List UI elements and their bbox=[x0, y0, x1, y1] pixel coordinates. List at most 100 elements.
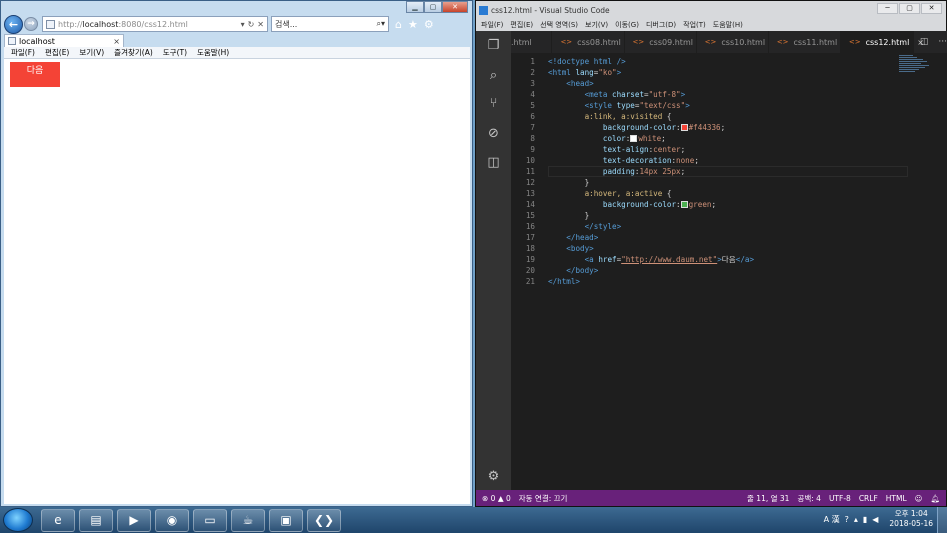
vs-menu-file[interactable]: 파일(F) bbox=[481, 20, 503, 30]
java-icon[interactable]: ☕︎ bbox=[231, 508, 265, 532]
vs-menu-go[interactable]: 이동(G) bbox=[615, 20, 639, 30]
vs-menu-debug[interactable]: 디버그(D) bbox=[646, 20, 676, 30]
vscode-taskbar-icon[interactable]: ❮❯ bbox=[307, 508, 341, 532]
address-bar[interactable]: http://localhost:8080/css12.html ▾ ↻ ✕ bbox=[42, 16, 268, 32]
tab-css09[interactable]: <> css09.html bbox=[625, 31, 697, 53]
close-icon[interactable]: ✕ bbox=[442, 1, 468, 13]
code-line: 4 <meta charset="utf-8"> bbox=[530, 90, 686, 99]
code-line: 14 background-color: green; bbox=[525, 200, 717, 209]
bell-icon[interactable]: 🔔︎ bbox=[930, 494, 940, 503]
code-line: 2 <html lang="ko"> bbox=[530, 68, 622, 77]
color-swatch-white[interactable] bbox=[630, 135, 638, 142]
vs-menu-edit[interactable]: 편집(E) bbox=[510, 20, 533, 30]
menu-edit[interactable]: 편집(E) bbox=[45, 47, 69, 58]
ie-tab-localhost[interactable]: localhost × bbox=[4, 34, 124, 47]
close-icon[interactable]: ✕ bbox=[921, 3, 942, 14]
taskbar: e ▤ ▶ ◉ ▭ ☕︎ ▣ ❮❯ A 漢 ? ▴ ▮ ◀ 오후 1:04 20… bbox=[0, 507, 947, 533]
search-icon[interactable]: ⌕ bbox=[485, 67, 502, 84]
forward-arrow-icon[interactable]: → bbox=[24, 17, 38, 31]
minimap[interactable] bbox=[899, 55, 933, 83]
app-icon[interactable]: ▣ bbox=[269, 508, 303, 532]
chrome-icon[interactable]: ◉ bbox=[155, 508, 189, 532]
tab-label: .html bbox=[511, 37, 532, 47]
vs-menu-selection[interactable]: 선택 영역(S) bbox=[540, 20, 578, 30]
code-editor[interactable]: 1 <!doctype html /> 2 <html lang="ko"> 3 <… bbox=[511, 53, 947, 490]
minimize-icon[interactable]: ▁ bbox=[406, 1, 424, 13]
color-swatch-red[interactable] bbox=[680, 124, 688, 131]
cursor-position[interactable]: 줄 11, 열 31 bbox=[747, 493, 789, 504]
tab-html[interactable]: .html bbox=[511, 31, 553, 53]
search-input[interactable]: 검색... bbox=[275, 19, 297, 30]
help-icon[interactable]: ? bbox=[845, 515, 849, 524]
search-icon[interactable]: ⌕▾ bbox=[377, 19, 386, 29]
problems-status[interactable]: ⊗ 0 ▲ 0 bbox=[482, 494, 511, 503]
debug-icon[interactable]: ⊘ bbox=[485, 125, 502, 142]
tab-css12[interactable]: <> css12.html × bbox=[840, 31, 924, 53]
encoding-status[interactable]: UTF-8 bbox=[829, 494, 851, 503]
html-file-icon: <> bbox=[776, 38, 789, 46]
tab-css10[interactable]: <> css10.html bbox=[697, 31, 769, 53]
media-player-icon[interactable]: ▶ bbox=[117, 508, 151, 532]
ime-indicator[interactable]: A 漢 bbox=[824, 514, 840, 525]
start-button[interactable] bbox=[3, 508, 33, 532]
vscode-title: css12.html - Visual Studio Code bbox=[491, 5, 610, 15]
language-mode[interactable]: HTML bbox=[886, 494, 907, 503]
gear-icon[interactable]: ⚙ bbox=[485, 468, 502, 485]
clock-date: 2018-05-16 bbox=[889, 519, 933, 528]
maximize-icon[interactable]: ▢ bbox=[424, 1, 442, 13]
network-icon[interactable]: ▮ bbox=[863, 515, 867, 524]
dropdown-icon[interactable]: ▾ bbox=[241, 20, 245, 29]
command-prompt-icon[interactable]: ▭ bbox=[193, 508, 227, 532]
code-line: 3 <head> bbox=[530, 79, 594, 88]
gear-icon[interactable]: ⚙ bbox=[424, 18, 434, 31]
tray-overflow-icon[interactable]: ▴ bbox=[854, 515, 858, 524]
menu-favorites[interactable]: 즐겨찾기(A) bbox=[114, 47, 153, 58]
source-control-icon[interactable]: ⑂ bbox=[485, 95, 502, 112]
html-file-icon: <> bbox=[632, 38, 645, 46]
internet-explorer-icon[interactable]: e bbox=[41, 508, 75, 532]
home-icon[interactable]: ⌂ bbox=[395, 18, 402, 31]
tab-label: css10.html bbox=[721, 37, 766, 47]
maximize-icon[interactable]: ▢ bbox=[899, 3, 920, 14]
menu-help[interactable]: 도움말(H) bbox=[197, 47, 229, 58]
extensions-icon[interactable]: ◫ bbox=[485, 154, 502, 171]
tab-css08[interactable]: <> css08.html bbox=[552, 31, 625, 53]
split-editor-icon[interactable]: ◫ bbox=[920, 37, 929, 47]
menu-view[interactable]: 보기(V) bbox=[79, 47, 104, 58]
more-actions-icon[interactable]: ··· bbox=[938, 37, 947, 47]
autosave-status[interactable]: 자동 연결: 끄기 bbox=[519, 493, 568, 504]
tab-close-icon[interactable]: × bbox=[113, 37, 120, 46]
volume-icon[interactable]: ◀ bbox=[872, 515, 878, 524]
vs-menu-tasks[interactable]: 작업(T) bbox=[683, 20, 706, 30]
clock-time: 오후 1:04 bbox=[894, 509, 928, 518]
refresh-icon[interactable]: ↻ bbox=[248, 20, 255, 29]
vs-menu-view[interactable]: 보기(V) bbox=[585, 20, 608, 30]
menu-tools[interactable]: 도구(T) bbox=[163, 47, 187, 58]
tab-css11[interactable]: <> css11.html bbox=[769, 31, 841, 53]
code-line: 20 </body> bbox=[525, 266, 599, 275]
menu-file[interactable]: 파일(F) bbox=[11, 47, 35, 58]
smiley-icon[interactable]: ☺ bbox=[915, 494, 923, 503]
file-explorer-icon[interactable]: ▤ bbox=[79, 508, 113, 532]
minimize-icon[interactable]: ─ bbox=[877, 3, 898, 14]
back-arrow-icon[interactable]: ← bbox=[4, 14, 23, 34]
color-swatch-green[interactable] bbox=[680, 201, 688, 208]
vs-menu-help[interactable]: 도움말(H) bbox=[713, 20, 743, 30]
eol-status[interactable]: CRLF bbox=[859, 494, 878, 503]
clock[interactable]: 오후 1:04 2018-05-16 bbox=[889, 509, 933, 529]
html-file-icon: <> bbox=[560, 38, 573, 46]
explorer-icon[interactable]: ❐ bbox=[485, 37, 502, 54]
vscode-window: css12.html - Visual Studio Code ─ ▢ ✕ 파일… bbox=[475, 0, 947, 507]
search-box[interactable]: 검색... ⌕▾ bbox=[271, 16, 389, 32]
vscode-logo-icon bbox=[479, 5, 488, 15]
show-desktop-button[interactable] bbox=[937, 507, 947, 533]
code-line: 19 <a href="http://www.daum.net">다음</a> bbox=[525, 255, 755, 264]
indentation-status[interactable]: 공백: 4 bbox=[797, 493, 820, 504]
daum-link[interactable]: 다음 bbox=[10, 62, 60, 87]
ie-window: ▁ ▢ ✕ ← → http://localhost:8080/css12.ht… bbox=[0, 0, 473, 507]
star-icon[interactable]: ★ bbox=[408, 18, 418, 31]
stop-icon[interactable]: ✕ bbox=[257, 20, 264, 29]
ie-tab-title: localhost bbox=[19, 36, 55, 46]
page-icon bbox=[46, 19, 55, 29]
code-line: 7 background-color: #f44336; bbox=[530, 123, 726, 132]
